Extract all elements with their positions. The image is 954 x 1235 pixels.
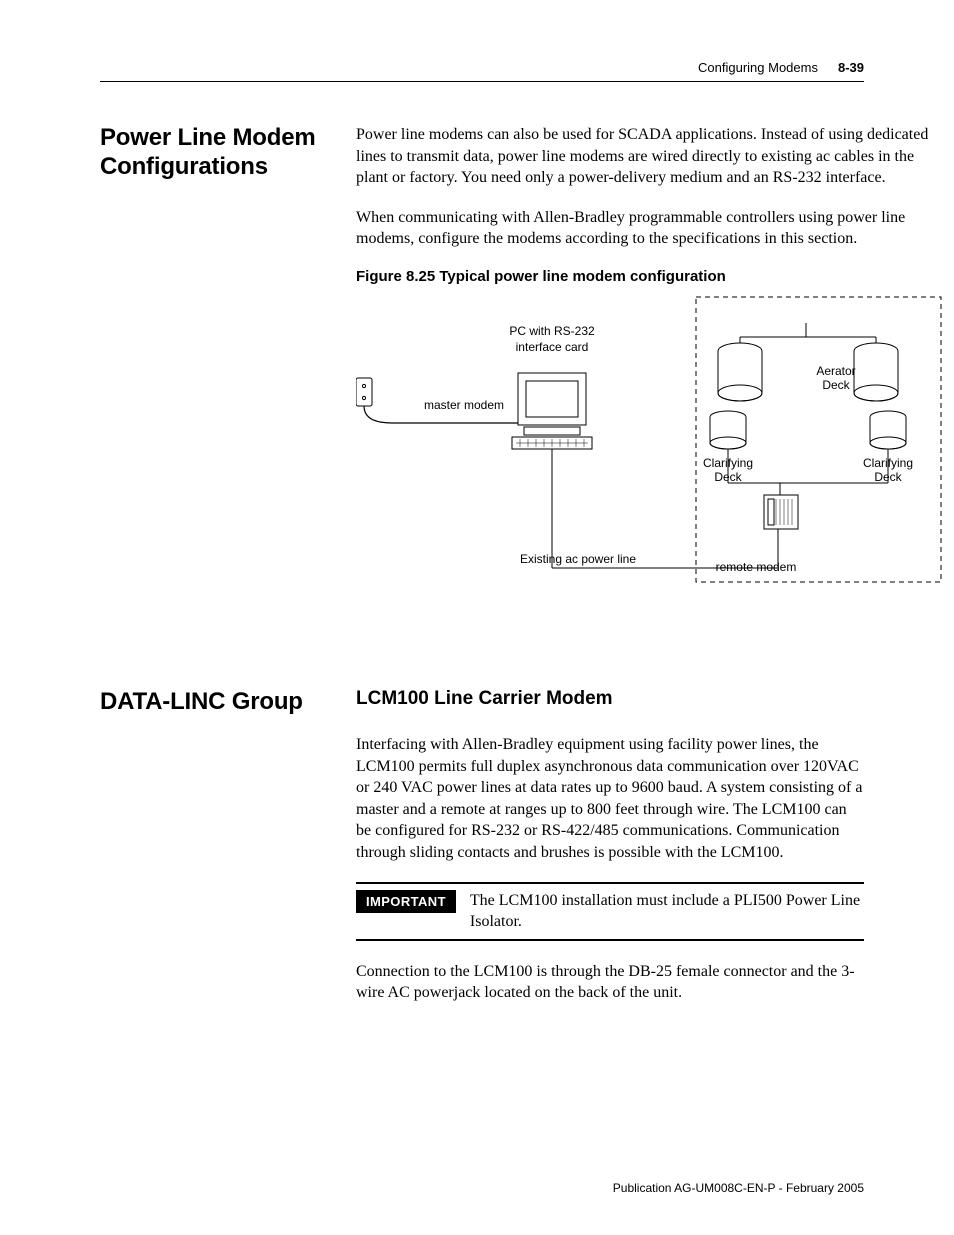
subheading-lcm100: LCM100 Line Carrier Modem	[356, 688, 864, 710]
section-data-linc-group: DATA-LINC Group LCM100 Line Carrier Mode…	[100, 688, 864, 1022]
cylinder-bottom-left-icon	[710, 411, 746, 449]
cylinder-bottom-right-icon	[870, 411, 906, 449]
label-clarify-b-2: Deck	[874, 470, 902, 484]
important-flag: IMPORTANT	[356, 890, 456, 913]
label-existing-ac: Existing ac power line	[520, 552, 636, 566]
para-connection: Connection to the LCM100 is through the …	[356, 961, 864, 1004]
important-text: The LCM100 installation must include a P…	[470, 890, 864, 933]
running-head-title: Configuring Modems	[698, 60, 818, 75]
label-clarify-a-1: Clarifying	[703, 456, 753, 470]
label-clarify-b-1: Clarifying	[863, 456, 913, 470]
wall-outlet-icon	[356, 378, 372, 406]
label-master-modem: master modem	[424, 398, 504, 412]
label-remote-modem: remote modem	[716, 560, 797, 574]
publication-footer: Publication AG-UM008C-EN-P - February 20…	[613, 1181, 864, 1195]
section-title: Power Line Modem Configurations	[100, 124, 332, 182]
top-rule	[100, 81, 864, 82]
content-column: Power line modems can also be used for S…	[356, 124, 946, 628]
content-column-2: LCM100 Line Carrier Modem Interfacing wi…	[356, 688, 864, 1022]
label-pc-1: PC with RS-232	[509, 324, 595, 338]
para-intro-2: When communicating with Allen-Bradley pr…	[356, 207, 946, 250]
side-column: Power Line Modem Configurations	[100, 124, 332, 182]
section-power-line-modem: Power Line Modem Configurations Power li…	[100, 124, 864, 628]
page-number: 8-39	[838, 60, 864, 75]
figure-title: Figure 8.25 Typical power line modem con…	[356, 268, 946, 285]
running-head: Configuring Modems 8-39	[100, 60, 864, 75]
cylinder-top-left-icon	[718, 343, 762, 401]
label-aerator-2: Deck	[822, 378, 850, 392]
pc-icon	[512, 373, 592, 449]
label-clarify-a-2: Deck	[714, 470, 742, 484]
side-column-2: DATA-LINC Group	[100, 688, 332, 717]
remote-modem-icon	[764, 495, 798, 529]
section-title-2: DATA-LINC Group	[100, 688, 332, 717]
label-aerator-1: Aerator	[816, 364, 855, 378]
cylinder-top-right-icon	[854, 343, 898, 401]
figure-8-25: PC with RS-232 interface card master mod…	[356, 293, 946, 598]
important-callout: IMPORTANT The LCM100 installation must i…	[356, 882, 864, 941]
label-pc-2: interface card	[516, 340, 589, 354]
para-intro-1: Power line modems can also be used for S…	[356, 124, 946, 189]
page: Configuring Modems 8-39 Power Line Modem…	[0, 0, 954, 1235]
para-lcm100: Interfacing with Allen-Bradley equipment…	[356, 734, 864, 864]
